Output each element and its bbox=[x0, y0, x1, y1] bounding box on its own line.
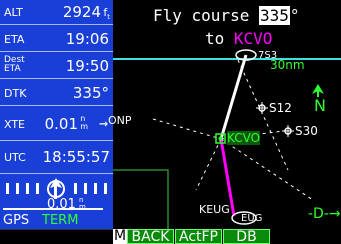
utc-label: UTC bbox=[4, 151, 26, 164]
xte-value: 0.01 bbox=[44, 115, 78, 133]
airport-eug-label[interactable]: EUG bbox=[241, 213, 262, 224]
utc-value: 18:55:57 bbox=[42, 148, 110, 166]
north-label: N bbox=[314, 96, 326, 115]
alt-row: ALT 2924 ft bbox=[0, 0, 113, 25]
dest-eta-value: 19:50 bbox=[65, 57, 109, 75]
banner-course-value: 335 bbox=[258, 6, 290, 25]
utc-row: UTC 18:55:57 bbox=[0, 141, 113, 174]
waypoint-s30-label[interactable]: S30 bbox=[295, 124, 318, 138]
database-button[interactable]: DB bbox=[223, 229, 270, 244]
waypoint-onp-label[interactable]: ONP bbox=[108, 114, 132, 127]
waypoint-s12-icon bbox=[256, 102, 268, 114]
waypoint-s12-label[interactable]: S12 bbox=[269, 101, 292, 115]
nav-banner: Fly course 335° to KCVO bbox=[113, 0, 341, 58]
data-panel: ALT 2924 ft ETA 19:06 Dest ETA 19:50 DTK… bbox=[0, 0, 113, 229]
softkey-bar: M BACK ActFP DB bbox=[0, 229, 341, 244]
alt-label: ALT bbox=[4, 6, 23, 19]
gps-mode-label: GPS bbox=[3, 213, 30, 228]
active-flightplan-button[interactable]: ActFP bbox=[175, 229, 222, 244]
xte-row: XTE 0.01 nm → bbox=[0, 106, 113, 141]
airport-keug-label[interactable]: KEUG bbox=[199, 203, 230, 216]
course-line-white bbox=[219, 54, 248, 140]
dtk-label: DTK bbox=[4, 87, 27, 100]
gps-screen: ALT 2924 ft ETA 19:06 Dest ETA 19:50 DTK… bbox=[0, 0, 341, 244]
banner-course-prefix: Fly course bbox=[153, 6, 250, 25]
softkey-m[interactable]: M bbox=[113, 229, 127, 244]
xte-label: XTE bbox=[4, 118, 26, 131]
dtk-value: 335° bbox=[72, 84, 109, 102]
eta-label: ETA bbox=[4, 33, 25, 46]
moving-map[interactable]: 30nm N S12 S30 KCVO KEUG ONP 7S3 EUG -D-… bbox=[108, 0, 341, 229]
softkey-left-blank bbox=[0, 229, 113, 244]
back-button[interactable]: BACK bbox=[127, 229, 174, 244]
alt-unit-ft: ft bbox=[103, 6, 110, 22]
airport-kcvo-label[interactable]: KCVO bbox=[227, 131, 261, 145]
banner-line-1: Fly course 335° bbox=[153, 6, 300, 25]
waypoint-s30-icon bbox=[282, 125, 294, 137]
arrow-right-icon: → bbox=[98, 114, 108, 132]
term-mode-label: TERM bbox=[42, 213, 79, 228]
cdi-area: 0.01 nm GPS TERM bbox=[0, 174, 113, 229]
dest-eta-label-2: ETA bbox=[4, 64, 21, 74]
banner-degree-symbol: ° bbox=[289, 6, 300, 25]
boundary-line bbox=[113, 169, 169, 229]
direct-to-indicator[interactable]: -D-→ bbox=[308, 206, 341, 222]
dtk-row: DTK 335° bbox=[0, 79, 113, 106]
banner-to-prefix: to bbox=[205, 29, 225, 48]
eta-value: 19:06 bbox=[65, 30, 109, 48]
banner-line-2: to KCVO bbox=[205, 29, 272, 48]
cdi-underline bbox=[3, 208, 103, 210]
eta-row: ETA 19:06 bbox=[0, 25, 113, 52]
xte-unit-nm: nm bbox=[80, 114, 88, 131]
banner-destination: KCVO bbox=[233, 29, 273, 48]
dest-eta-row: Dest ETA 19:50 bbox=[0, 52, 113, 79]
alt-value: 2924 bbox=[62, 3, 101, 21]
